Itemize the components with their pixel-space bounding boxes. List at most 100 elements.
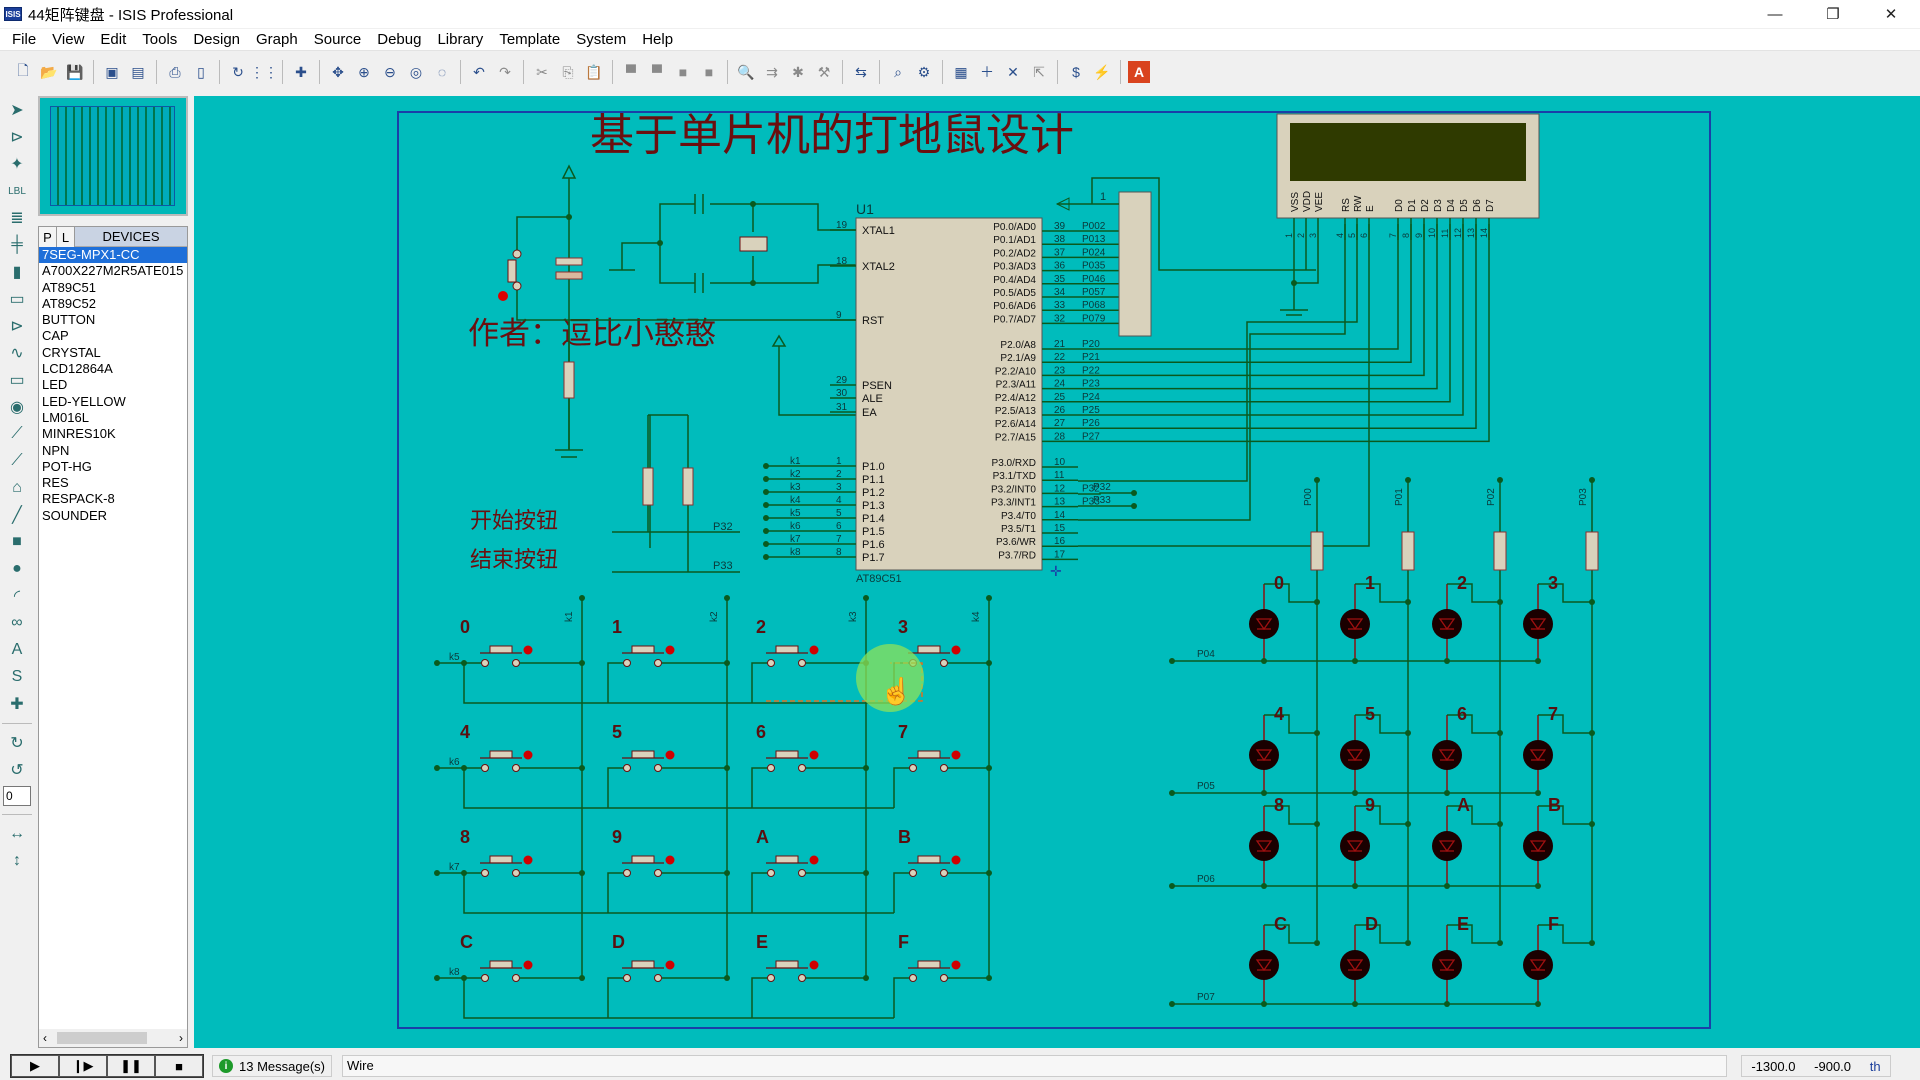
scrollbar-thumb[interactable]: [57, 1032, 147, 1044]
device-list-item[interactable]: POT-HG: [39, 459, 187, 475]
wire-label-icon[interactable]: LBL: [2, 178, 32, 204]
device-list-item[interactable]: RESPACK-8: [39, 491, 187, 507]
text-icon[interactable]: A: [2, 637, 32, 663]
menu-help[interactable]: Help: [634, 31, 681, 48]
line-icon[interactable]: ╱: [2, 502, 32, 528]
ares-icon[interactable]: A: [1128, 61, 1150, 83]
device-pins-icon[interactable]: ⊳: [2, 313, 32, 339]
save-icon[interactable]: 💾: [64, 61, 86, 83]
device-list-item[interactable]: BUTTON: [39, 312, 187, 328]
device-list-item[interactable]: CRYSTAL: [39, 345, 187, 361]
menu-tools[interactable]: Tools: [134, 31, 185, 48]
device-list-item[interactable]: LM016L: [39, 410, 187, 426]
print-area-icon[interactable]: ▯: [190, 61, 212, 83]
scroll-right-icon[interactable]: ›: [179, 1031, 183, 1045]
redo-icon[interactable]: ↷: [494, 61, 516, 83]
schematic-drawing[interactable]: 基于单片机的打地鼠设计 作者：逗比小憨憨 开始按钮 结束按钮 P32 P33 U…: [194, 96, 1920, 1048]
search-tag-icon[interactable]: ⌕: [887, 61, 909, 83]
undo-icon[interactable]: ↶: [468, 61, 490, 83]
schematic-canvas[interactable]: 基于单片机的打地鼠设计 作者：逗比小憨憨 开始按钮 结束按钮 P32 P33 U…: [194, 96, 1920, 1048]
bill-of-materials-icon[interactable]: $: [1065, 61, 1087, 83]
device-list-item[interactable]: 7SEG-MPX1-CC: [39, 247, 187, 264]
overview-window[interactable]: [38, 96, 188, 216]
menu-graph[interactable]: Graph: [248, 31, 306, 48]
block-delete-icon[interactable]: ■: [698, 61, 720, 83]
device-list-item[interactable]: NPN: [39, 443, 187, 459]
mirror-horizontal-icon[interactable]: ↔: [2, 821, 32, 847]
device-list-item[interactable]: A700X227M2R5ATE015: [39, 263, 187, 279]
mirror-vertical-icon[interactable]: ↕: [2, 848, 32, 874]
block-move-icon[interactable]: ▀: [646, 61, 668, 83]
graph-mode-icon[interactable]: ∿: [2, 340, 32, 366]
menu-library[interactable]: Library: [429, 31, 491, 48]
menu-view[interactable]: View: [44, 31, 92, 48]
add-sheet-icon[interactable]: ＋: [976, 61, 998, 83]
selection-mode-icon[interactable]: ➤: [2, 97, 32, 123]
new-file-icon[interactable]: 🗋: [12, 61, 34, 83]
refresh-icon[interactable]: ↻: [227, 61, 249, 83]
buses-icon[interactable]: ╪: [2, 232, 32, 258]
terminals-icon[interactable]: ▭: [2, 286, 32, 312]
packaging-tool-icon[interactable]: ✱: [787, 61, 809, 83]
virtual-instruments-icon[interactable]: ⌂: [2, 475, 32, 501]
remove-sheet-icon[interactable]: ✕: [1002, 61, 1024, 83]
units-toggle[interactable]: th: [1870, 1059, 1881, 1074]
menu-file[interactable]: File: [4, 31, 44, 48]
open-folder-icon[interactable]: 📂: [38, 61, 60, 83]
cut-icon[interactable]: ✂: [531, 61, 553, 83]
device-list-scrollbar[interactable]: ‹ ›: [39, 1029, 187, 1047]
close-button[interactable]: ✕: [1862, 0, 1920, 28]
copy-icon[interactable]: ⎘: [557, 61, 579, 83]
device-list-item[interactable]: LED: [39, 377, 187, 393]
import-section-icon[interactable]: ▣: [101, 61, 123, 83]
zoom-out-icon[interactable]: ⊖: [379, 61, 401, 83]
menu-template[interactable]: Template: [491, 31, 568, 48]
origin-icon[interactable]: ✚: [290, 61, 312, 83]
pick-device-icon[interactable]: 🔍: [735, 61, 757, 83]
maximize-button[interactable]: ❐: [1804, 0, 1862, 28]
rotate-anticlockwise-icon[interactable]: ↺: [2, 757, 32, 783]
path-icon[interactable]: ∞: [2, 610, 32, 636]
stop-button[interactable]: ■: [155, 1055, 203, 1077]
device-list-item[interactable]: RES: [39, 475, 187, 491]
pan-icon[interactable]: ✥: [327, 61, 349, 83]
step-button[interactable]: ❙▶: [59, 1055, 107, 1077]
device-list-item[interactable]: LED-YELLOW: [39, 394, 187, 410]
device-list-item[interactable]: AT89C51: [39, 280, 187, 296]
menu-design[interactable]: Design: [185, 31, 248, 48]
zoom-all-icon[interactable]: ◎: [405, 61, 427, 83]
junction-dot-icon[interactable]: ✦: [2, 151, 32, 177]
paste-icon[interactable]: 📋: [583, 61, 605, 83]
box-icon[interactable]: ■: [2, 529, 32, 555]
messages-indicator[interactable]: i 13 Message(s): [212, 1055, 332, 1077]
minimize-button[interactable]: —: [1746, 0, 1804, 28]
arc-icon[interactable]: ◜: [2, 583, 32, 609]
wire-autorouter-icon[interactable]: ⇆: [850, 61, 872, 83]
subcircuit-icon[interactable]: ▮: [2, 259, 32, 285]
rotation-angle-input[interactable]: [3, 786, 31, 806]
device-list-item[interactable]: SOUNDER: [39, 508, 187, 524]
device-list-item[interactable]: CAP: [39, 328, 187, 344]
export-section-icon[interactable]: ▤: [127, 61, 149, 83]
text-script-icon[interactable]: ≣: [2, 205, 32, 231]
marker-icon[interactable]: ✚: [2, 691, 32, 717]
menu-source[interactable]: Source: [306, 31, 370, 48]
library-manager-tab[interactable]: L: [57, 227, 75, 247]
electrical-rule-check-icon[interactable]: ⚡: [1091, 61, 1113, 83]
current-probe-icon[interactable]: ⟋: [2, 448, 32, 474]
block-copy-icon[interactable]: ▀: [620, 61, 642, 83]
zoom-area-icon[interactable]: ◌: [431, 61, 453, 83]
generator-icon[interactable]: ◉: [2, 394, 32, 420]
menu-debug[interactable]: Debug: [369, 31, 429, 48]
voltage-probe-icon[interactable]: ⟋: [2, 421, 32, 447]
pick-devices-tab[interactable]: P: [39, 227, 57, 247]
menu-system[interactable]: System: [568, 31, 634, 48]
device-list-item[interactable]: LCD12864A: [39, 361, 187, 377]
circle-icon[interactable]: ●: [2, 556, 32, 582]
decompose-icon[interactable]: ⚒: [813, 61, 835, 83]
block-rotate-icon[interactable]: ■: [672, 61, 694, 83]
grid-icon[interactable]: ⋮⋮: [250, 61, 278, 83]
symbol-icon[interactable]: S: [2, 664, 32, 690]
component-mode-icon[interactable]: ⊳: [2, 124, 32, 150]
make-device-icon[interactable]: ⇉: [761, 61, 783, 83]
